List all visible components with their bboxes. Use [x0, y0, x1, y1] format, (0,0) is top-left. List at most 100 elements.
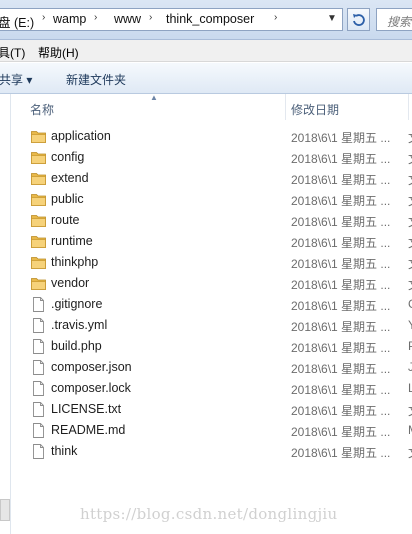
file-name: public — [51, 192, 84, 206]
file-type-truncated: Y — [408, 318, 412, 332]
file-type-truncated: G — [408, 297, 412, 311]
file-name: think — [51, 444, 78, 458]
file-name: composer.lock — [51, 381, 131, 395]
file-date-modified: 2018\6\1 星期五 ... — [291, 215, 391, 229]
menu-bar: 具(T) 帮助(H) — [0, 40, 412, 62]
file-type-truncated: 文 — [408, 234, 412, 251]
chevron-right-icon[interactable]: › — [94, 12, 97, 23]
watermark: https://blog.csdn.net/donglingjiu — [80, 505, 338, 523]
folder-icon — [31, 234, 46, 249]
breadcrumb-www[interactable]: www — [114, 12, 141, 26]
navigation-pane[interactable] — [0, 94, 11, 534]
file-icon — [31, 381, 46, 396]
folder-icon — [31, 276, 46, 291]
file-type-truncated: 文 — [408, 444, 412, 461]
file-date-modified: 2018\6\1 星期五 ... — [291, 131, 391, 145]
file-row[interactable]: thinkphp 2018\6\1 星期五 ... 文 — [12, 252, 412, 273]
file-type-truncated: J — [408, 360, 412, 374]
file-date-modified: 2018\6\1 星期五 ... — [291, 320, 391, 334]
search-input[interactable]: 搜索 — [376, 8, 412, 31]
command-bar: 共享 ▾ 新建文件夹 — [0, 63, 412, 94]
file-row[interactable]: think 2018\6\1 星期五 ... 文 — [12, 441, 412, 462]
file-date-modified: 2018\6\1 星期五 ... — [291, 404, 391, 418]
folder-icon — [31, 129, 46, 144]
file-name: application — [51, 129, 111, 143]
folder-icon — [31, 171, 46, 186]
file-type-truncated: 文 — [408, 276, 412, 293]
file-row[interactable]: LICENSE.txt 2018\6\1 星期五 ... 文 — [12, 399, 412, 420]
file-date-modified: 2018\6\1 星期五 ... — [291, 341, 391, 355]
file-row[interactable]: build.php 2018\6\1 星期五 ... P — [12, 336, 412, 357]
file-type-truncated: 文 — [408, 150, 412, 167]
file-name: thinkphp — [51, 255, 99, 269]
file-row[interactable]: public 2018\6\1 星期五 ... 文 — [12, 189, 412, 210]
file-row[interactable]: composer.json 2018\6\1 星期五 ... J — [12, 357, 412, 378]
file-name: LICENSE.txt — [51, 402, 122, 416]
column-header-row: ▲ 名称 修改日期 — [12, 93, 412, 120]
file-name: runtime — [51, 234, 93, 248]
file-row[interactable]: route 2018\6\1 星期五 ... 文 — [12, 210, 412, 231]
file-date-modified: 2018\6\1 星期五 ... — [291, 446, 391, 460]
file-type-truncated: 文 — [408, 213, 412, 230]
file-date-modified: 2018\6\1 星期五 ... — [291, 362, 391, 376]
file-type-truncated: 文 — [408, 192, 412, 209]
file-name: route — [51, 213, 80, 227]
file-row[interactable]: .travis.yml 2018\6\1 星期五 ... Y — [12, 315, 412, 336]
chevron-right-icon[interactable]: › — [42, 12, 45, 23]
file-icon — [31, 360, 46, 375]
file-row[interactable]: .gitignore 2018\6\1 星期五 ... G — [12, 294, 412, 315]
file-type-truncated: 文 — [408, 402, 412, 419]
nav-scrollbar-thumb[interactable] — [0, 499, 10, 521]
address-bar[interactable]: 盘 (E:) › wamp › www › think_composer › ▼ — [0, 8, 343, 31]
file-row[interactable]: application 2018\6\1 星期五 ... 文 — [12, 126, 412, 147]
file-date-modified: 2018\6\1 星期五 ... — [291, 173, 391, 187]
file-row[interactable]: runtime 2018\6\1 星期五 ... 文 — [12, 231, 412, 252]
file-name: vendor — [51, 276, 90, 290]
breadcrumb-think-composer[interactable]: think_composer — [166, 12, 254, 26]
file-name: config — [51, 150, 85, 164]
file-date-modified: 2018\6\1 星期五 ... — [291, 152, 391, 166]
file-row[interactable]: extend 2018\6\1 星期五 ... 文 — [12, 168, 412, 189]
chevron-right-icon[interactable]: › — [149, 12, 152, 23]
file-type-truncated: P — [408, 339, 412, 353]
file-date-modified: 2018\6\1 星期五 ... — [291, 383, 391, 397]
chevron-right-icon[interactable]: › — [274, 12, 277, 23]
file-icon — [31, 339, 46, 354]
file-icon — [31, 297, 46, 312]
column-header-date-modified[interactable]: 修改日期 — [291, 101, 339, 118]
new-folder-button[interactable]: 新建文件夹 — [66, 71, 126, 88]
address-bar-row: 盘 (E:) › wamp › www › think_composer › ▼… — [0, 0, 412, 40]
sort-ascending-icon: ▲ — [150, 93, 158, 102]
file-type-truncated: M — [408, 423, 412, 437]
file-row[interactable]: composer.lock 2018\6\1 星期五 ... L — [12, 378, 412, 399]
file-row[interactable]: vendor 2018\6\1 星期五 ... 文 — [12, 273, 412, 294]
file-name: README.md — [51, 423, 126, 437]
file-date-modified: 2018\6\1 星期五 ... — [291, 278, 391, 292]
file-row[interactable]: README.md 2018\6\1 星期五 ... M — [12, 420, 412, 441]
folder-icon — [31, 213, 46, 228]
file-row[interactable]: config 2018\6\1 星期五 ... 文 — [12, 147, 412, 168]
file-type-truncated: 文 — [408, 129, 412, 146]
file-name: .travis.yml — [51, 318, 108, 332]
file-icon — [31, 318, 46, 333]
refresh-button[interactable] — [347, 8, 370, 31]
column-header-name[interactable]: 名称 — [30, 101, 54, 118]
menu-help[interactable]: 帮助(H) — [38, 44, 79, 61]
file-icon — [31, 402, 46, 417]
column-divider[interactable] — [285, 94, 286, 120]
breadcrumb-wamp[interactable]: wamp — [53, 12, 86, 26]
file-name: extend — [51, 171, 89, 185]
share-button[interactable]: 共享 ▾ — [0, 71, 32, 88]
menu-tools[interactable]: 具(T) — [0, 44, 25, 61]
file-type-truncated: 文 — [408, 255, 412, 272]
file-name: .gitignore — [51, 297, 103, 311]
search-placeholder: 搜索 — [387, 15, 412, 29]
file-date-modified: 2018\6\1 星期五 ... — [291, 425, 391, 439]
column-divider[interactable] — [408, 94, 409, 120]
breadcrumb-drive[interactable]: 盘 (E:) — [0, 12, 34, 31]
address-history-dropdown-icon[interactable]: ▼ — [327, 13, 337, 24]
file-date-modified: 2018\6\1 星期五 ... — [291, 236, 391, 250]
folder-icon — [31, 255, 46, 270]
file-type-truncated: 文 — [408, 171, 412, 188]
file-date-modified: 2018\6\1 星期五 ... — [291, 194, 391, 208]
